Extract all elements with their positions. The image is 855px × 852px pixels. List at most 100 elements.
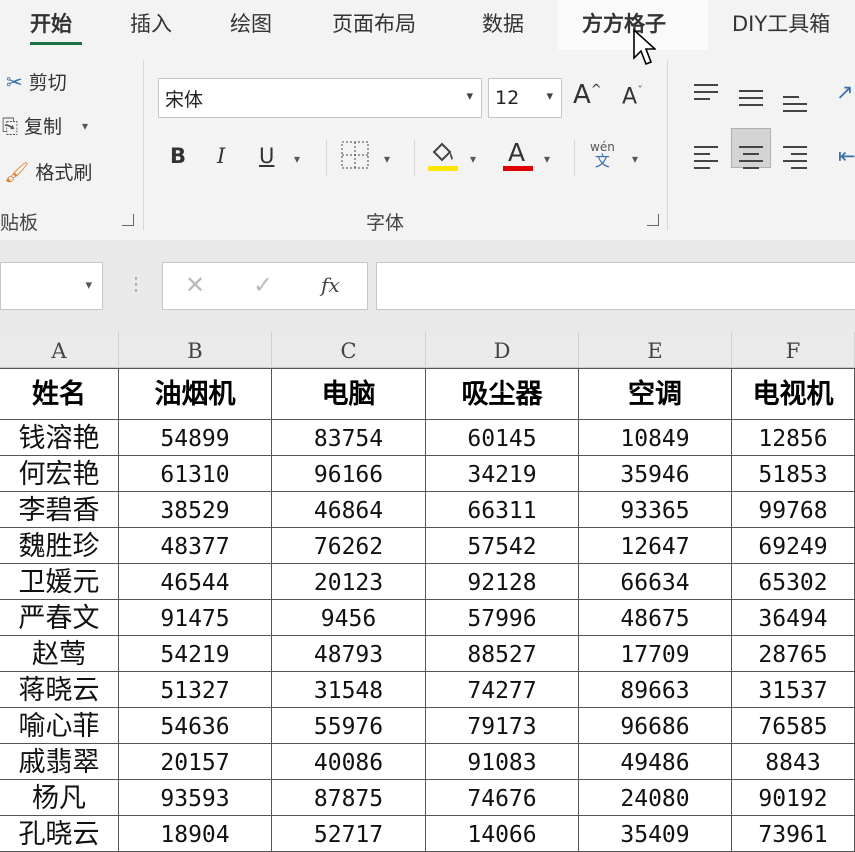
value-cell[interactable]: 57996: [426, 600, 579, 636]
value-cell[interactable]: 74277: [426, 672, 579, 708]
value-cell[interactable]: 92128: [426, 564, 579, 600]
column-header-b[interactable]: B: [119, 332, 272, 368]
value-cell[interactable]: 38529: [119, 492, 272, 528]
value-cell[interactable]: 35946: [579, 456, 732, 492]
bold-button[interactable]: B: [170, 144, 186, 168]
cancel-icon[interactable]: ✕: [185, 271, 205, 299]
borders-button[interactable]: [340, 140, 370, 175]
chevron-down-icon[interactable]: ▾: [632, 152, 638, 166]
value-cell[interactable]: 20157: [119, 744, 272, 780]
header-cell[interactable]: 电视机: [732, 368, 855, 420]
value-cell[interactable]: 52717: [272, 816, 426, 852]
column-header-f[interactable]: F: [732, 332, 855, 368]
value-cell[interactable]: 54899: [119, 420, 272, 456]
value-cell[interactable]: 83754: [272, 420, 426, 456]
value-cell[interactable]: 48675: [579, 600, 732, 636]
value-cell[interactable]: 31537: [732, 672, 855, 708]
value-cell[interactable]: 36494: [732, 600, 855, 636]
dialog-launcher-icon[interactable]: [647, 214, 659, 226]
value-cell[interactable]: 91475: [119, 600, 272, 636]
name-cell[interactable]: 严春文: [0, 600, 119, 636]
value-cell[interactable]: 40086: [272, 744, 426, 780]
value-cell[interactable]: 65302: [732, 564, 855, 600]
spreadsheet-grid[interactable]: A B C D E F 姓名 油烟机 电脑 吸尘器 空调 电视机 钱溶艳 54899 83754 60145 1…: [0, 332, 855, 852]
align-right-icon[interactable]: [783, 146, 807, 174]
font-name-combo[interactable]: 宋体 ▾: [158, 78, 482, 118]
value-cell[interactable]: 46544: [119, 564, 272, 600]
tab-page-layout[interactable]: 页面布局: [332, 8, 416, 38]
italic-button[interactable]: I: [217, 144, 225, 168]
value-cell[interactable]: 76585: [732, 708, 855, 744]
value-cell[interactable]: 87875: [272, 780, 426, 816]
value-cell[interactable]: 73961: [732, 816, 855, 852]
align-left-icon[interactable]: [694, 146, 718, 174]
name-cell[interactable]: 钱溶艳: [0, 420, 119, 456]
chevron-down-icon[interactable]: ▾: [294, 152, 300, 166]
chevron-down-icon[interactable]: ▾: [470, 152, 476, 166]
value-cell[interactable]: 12647: [579, 528, 732, 564]
value-cell[interactable]: 88527: [426, 636, 579, 672]
chevron-down-icon[interactable]: ▾: [544, 152, 550, 166]
header-cell[interactable]: 油烟机: [119, 368, 272, 420]
orientation-icon[interactable]: ↗: [836, 80, 854, 104]
chevron-down-icon[interactable]: ▾: [85, 278, 92, 293]
name-box[interactable]: ▾: [0, 262, 103, 310]
tab-home[interactable]: 开始: [30, 8, 72, 38]
value-cell[interactable]: 66634: [579, 564, 732, 600]
formula-input[interactable]: [376, 262, 855, 310]
value-cell[interactable]: 93593: [119, 780, 272, 816]
header-cell[interactable]: 姓名: [0, 368, 119, 420]
value-cell[interactable]: 93365: [579, 492, 732, 528]
value-cell[interactable]: 96686: [579, 708, 732, 744]
value-cell[interactable]: 8843: [732, 744, 855, 780]
tab-data[interactable]: 数据: [482, 8, 524, 38]
value-cell[interactable]: 89663: [579, 672, 732, 708]
value-cell[interactable]: 90192: [732, 780, 855, 816]
chevron-down-icon[interactable]: ▾: [546, 89, 553, 104]
value-cell[interactable]: 66311: [426, 492, 579, 528]
insert-function-icon[interactable]: fx: [321, 273, 340, 297]
header-cell[interactable]: 电脑: [272, 368, 426, 420]
align-center-icon[interactable]: [739, 146, 763, 174]
value-cell[interactable]: 24080: [579, 780, 732, 816]
name-cell[interactable]: 赵莺: [0, 636, 119, 672]
value-cell[interactable]: 28765: [732, 636, 855, 672]
header-cell[interactable]: 空调: [579, 368, 732, 420]
indent-icon[interactable]: ⇤: [838, 144, 855, 168]
name-cell[interactable]: 孔晓云: [0, 816, 119, 852]
tab-insert[interactable]: 插入: [130, 8, 172, 38]
value-cell[interactable]: 12856: [732, 420, 855, 456]
header-cell[interactable]: 吸尘器: [426, 368, 579, 420]
tab-diy-toolbox[interactable]: DIY工具箱: [732, 8, 830, 38]
value-cell[interactable]: 9456: [272, 600, 426, 636]
value-cell[interactable]: 74676: [426, 780, 579, 816]
column-header-c[interactable]: C: [272, 332, 426, 368]
top-align-icon[interactable]: [694, 84, 718, 105]
name-cell[interactable]: 蒋晓云: [0, 672, 119, 708]
value-cell[interactable]: 17709: [579, 636, 732, 672]
value-cell[interactable]: 20123: [272, 564, 426, 600]
shrink-font-button[interactable]: Aˇ: [622, 84, 643, 109]
value-cell[interactable]: 61310: [119, 456, 272, 492]
cut-button[interactable]: ✂ 剪切: [6, 68, 67, 95]
value-cell[interactable]: 57542: [426, 528, 579, 564]
name-cell[interactable]: 喻心菲: [0, 708, 119, 744]
chevron-down-icon[interactable]: ▾: [466, 89, 473, 104]
value-cell[interactable]: 69249: [732, 528, 855, 564]
value-cell[interactable]: 49486: [579, 744, 732, 780]
value-cell[interactable]: 14066: [426, 816, 579, 852]
dialog-launcher-icon[interactable]: [122, 214, 134, 226]
phonetic-guide-button[interactable]: wén 文: [590, 140, 615, 169]
drag-handle-icon[interactable]: ⋮: [127, 274, 145, 295]
value-cell[interactable]: 10849: [579, 420, 732, 456]
value-cell[interactable]: 48793: [272, 636, 426, 672]
value-cell[interactable]: 46864: [272, 492, 426, 528]
copy-button[interactable]: ⎘ 复制 ▾: [2, 112, 88, 139]
name-cell[interactable]: 戚翡翠: [0, 744, 119, 780]
name-cell[interactable]: 何宏艳: [0, 456, 119, 492]
name-cell[interactable]: 卫媛元: [0, 564, 119, 600]
value-cell[interactable]: 99768: [732, 492, 855, 528]
enter-icon[interactable]: ✓: [253, 271, 273, 299]
font-color-button[interactable]: A: [508, 138, 525, 167]
font-size-combo[interactable]: 12 ▾: [488, 78, 562, 118]
